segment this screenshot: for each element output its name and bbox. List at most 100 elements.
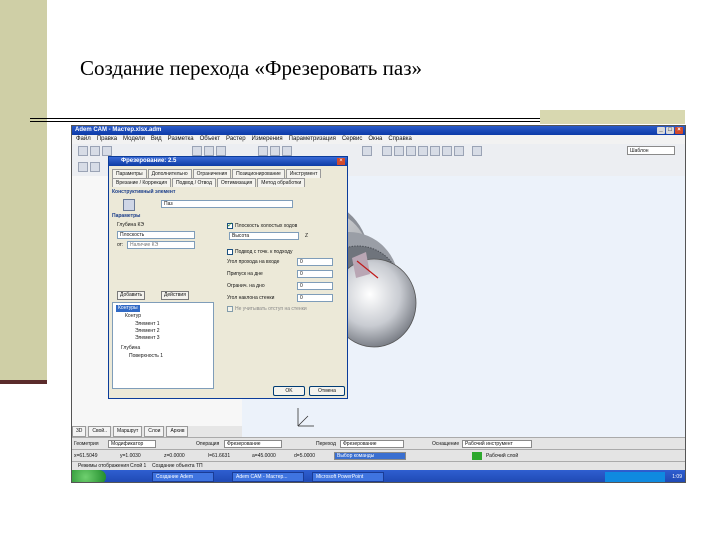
tree-element-3[interactable]: Элемент 3 <box>135 335 160 342</box>
tree-contour[interactable]: Контур <box>125 313 141 320</box>
add-contour-button[interactable]: Добавить <box>117 291 146 300</box>
wall-offset-checkbox[interactable] <box>227 306 233 312</box>
taskbar-item-adem-create[interactable]: Создание Adem <box>152 472 214 482</box>
close-button[interactable]: × <box>675 127 683 134</box>
grid-icon[interactable] <box>270 146 280 156</box>
equipment-label: Оснащение <box>432 441 460 447</box>
template-select[interactable]: Шаблон <box>627 146 675 155</box>
construct-element-select[interactable]: Паз <box>161 200 293 208</box>
depth-actions-button[interactable]: Действия <box>161 291 189 300</box>
tab-positioning[interactable]: Позиционирование <box>232 169 285 178</box>
solid-icon[interactable] <box>382 146 392 156</box>
slide-left-accent-bar <box>0 0 47 384</box>
zoom-icon[interactable] <box>192 146 202 156</box>
maximize-button[interactable]: □ <box>666 127 674 134</box>
tab-layers[interactable]: Слои <box>144 426 165 437</box>
display-mode-label: Режимы отображения <box>78 463 129 469</box>
tree-icon[interactable] <box>78 162 88 172</box>
menu-models[interactable]: Модели <box>123 135 145 144</box>
tree-element-1[interactable]: Элемент 1 <box>135 321 160 328</box>
geometry-select[interactable]: Модификатор <box>108 440 156 448</box>
tab-optimization[interactable]: Оптимизация <box>216 178 257 187</box>
minimize-button[interactable]: _ <box>657 127 665 134</box>
transition-select[interactable]: Фрезерование <box>340 440 404 448</box>
slide-title: Создание перехода «Фрезеровать паз» <box>80 56 422 80</box>
slot-icon <box>123 199 135 211</box>
row-input-1[interactable]: 0 <box>297 258 333 266</box>
tab-entry-correction[interactable]: Врезание / Коррекция <box>112 178 171 187</box>
sphere-icon[interactable] <box>418 146 428 156</box>
rotate-icon[interactable] <box>216 146 226 156</box>
coord-x: x=61.5049 <box>74 453 98 459</box>
approach-label: Подвод с точк. к подходу <box>235 249 293 255</box>
tab-archive[interactable]: Архив <box>166 426 189 437</box>
tree-contours[interactable]: Контуры <box>116 305 140 312</box>
layer-icon[interactable] <box>282 146 292 156</box>
view-icon[interactable] <box>258 146 268 156</box>
menu-file[interactable]: Файл <box>76 135 91 144</box>
open-folder-icon[interactable] <box>90 146 100 156</box>
measure-icon[interactable] <box>454 146 464 156</box>
operation-select[interactable]: Фрезерование <box>224 440 282 448</box>
taskbar-item-powerpoint[interactable]: Microsoft PowerPoint <box>312 472 384 482</box>
tab-approach-retract[interactable]: Подвод / Отвод <box>171 178 216 187</box>
pan-icon[interactable] <box>204 146 214 156</box>
coord-y: y=1.0030 <box>120 453 141 459</box>
tab-properties[interactable]: Свой.. <box>88 426 111 437</box>
menu-windows[interactable]: Окна <box>368 135 382 144</box>
menu-parametrization[interactable]: Параметризация <box>289 135 336 144</box>
tab-tool[interactable]: Инструмент <box>285 169 322 178</box>
coord-a: a=45.0000 <box>252 453 276 459</box>
plane-idle-label: Плоскость холостых ходов <box>235 223 298 229</box>
tab-3d[interactable]: 3D <box>72 426 87 437</box>
tree-element-2[interactable]: Элемент 2 <box>135 328 160 335</box>
tab-additional[interactable]: Дополнительно <box>147 169 192 178</box>
arrow-icon[interactable] <box>362 146 372 156</box>
tree-depth[interactable]: Глубина <box>121 345 140 352</box>
row-label-3: Огранич. на дно <box>227 283 265 289</box>
coord-z: z=0.0000 <box>164 453 185 459</box>
menu-service[interactable]: Сервис <box>342 135 363 144</box>
transition-label: Переход <box>316 441 336 447</box>
ok-button[interactable]: OK <box>273 386 305 396</box>
height-z-label: Z <box>305 233 309 239</box>
approach-checkbox[interactable] <box>227 249 233 255</box>
from-select[interactable]: Наличие КЭ <box>127 241 195 249</box>
help-icon[interactable] <box>472 146 482 156</box>
height-select[interactable]: Высота <box>229 232 299 240</box>
equipment-select[interactable]: Рабочий инструмент <box>462 440 532 448</box>
from-label: от: <box>117 242 124 248</box>
save-icon[interactable] <box>102 146 112 156</box>
fillet-icon[interactable] <box>442 146 452 156</box>
depth-select[interactable]: Плоскость <box>117 231 195 239</box>
row-input-4[interactable]: 0 <box>297 294 333 302</box>
plane-idle-checkbox[interactable] <box>227 221 233 229</box>
slide-right-accent-bar <box>540 110 685 124</box>
menu-markup[interactable]: Разметка <box>168 135 194 144</box>
menu-raster[interactable]: Растер <box>226 135 246 144</box>
dialog-title: Фрезерование: 2.5 <box>109 157 347 166</box>
new-file-icon[interactable] <box>78 146 88 156</box>
cone-icon[interactable] <box>406 146 416 156</box>
torus-icon[interactable] <box>430 146 440 156</box>
menu-help[interactable]: Справка <box>388 135 412 144</box>
row-input-2[interactable]: 0 <box>297 270 333 278</box>
tab-limits[interactable]: Ограничения <box>192 169 232 178</box>
dialog-close-button[interactable]: × <box>337 158 345 165</box>
cancel-button[interactable]: Отмена <box>309 386 345 396</box>
taskbar-item-adem-cam[interactable]: Adem CAM - Мастер... <box>232 472 304 482</box>
cylinder-icon[interactable] <box>394 146 404 156</box>
tab-parameters[interactable]: Параметры <box>112 169 147 178</box>
tab-machining-method[interactable]: Метод обработки <box>257 178 306 187</box>
list-icon[interactable] <box>90 162 100 172</box>
tree-surface-1[interactable]: Поверхность 1 <box>129 353 163 360</box>
menu-view[interactable]: Вид <box>151 135 162 144</box>
start-button[interactable] <box>72 470 106 482</box>
active-layer-name: Рабочий слой <box>486 453 519 459</box>
menu-measure[interactable]: Измерения <box>252 135 283 144</box>
tab-route[interactable]: Маршрут <box>112 426 143 437</box>
panel-tabs: 3D Свой.. Маршрут Слои Архив <box>72 426 242 437</box>
menu-edit[interactable]: Правка <box>97 135 117 144</box>
menu-object[interactable]: Объект <box>200 135 220 144</box>
row-input-3[interactable]: 0 <box>297 282 333 290</box>
